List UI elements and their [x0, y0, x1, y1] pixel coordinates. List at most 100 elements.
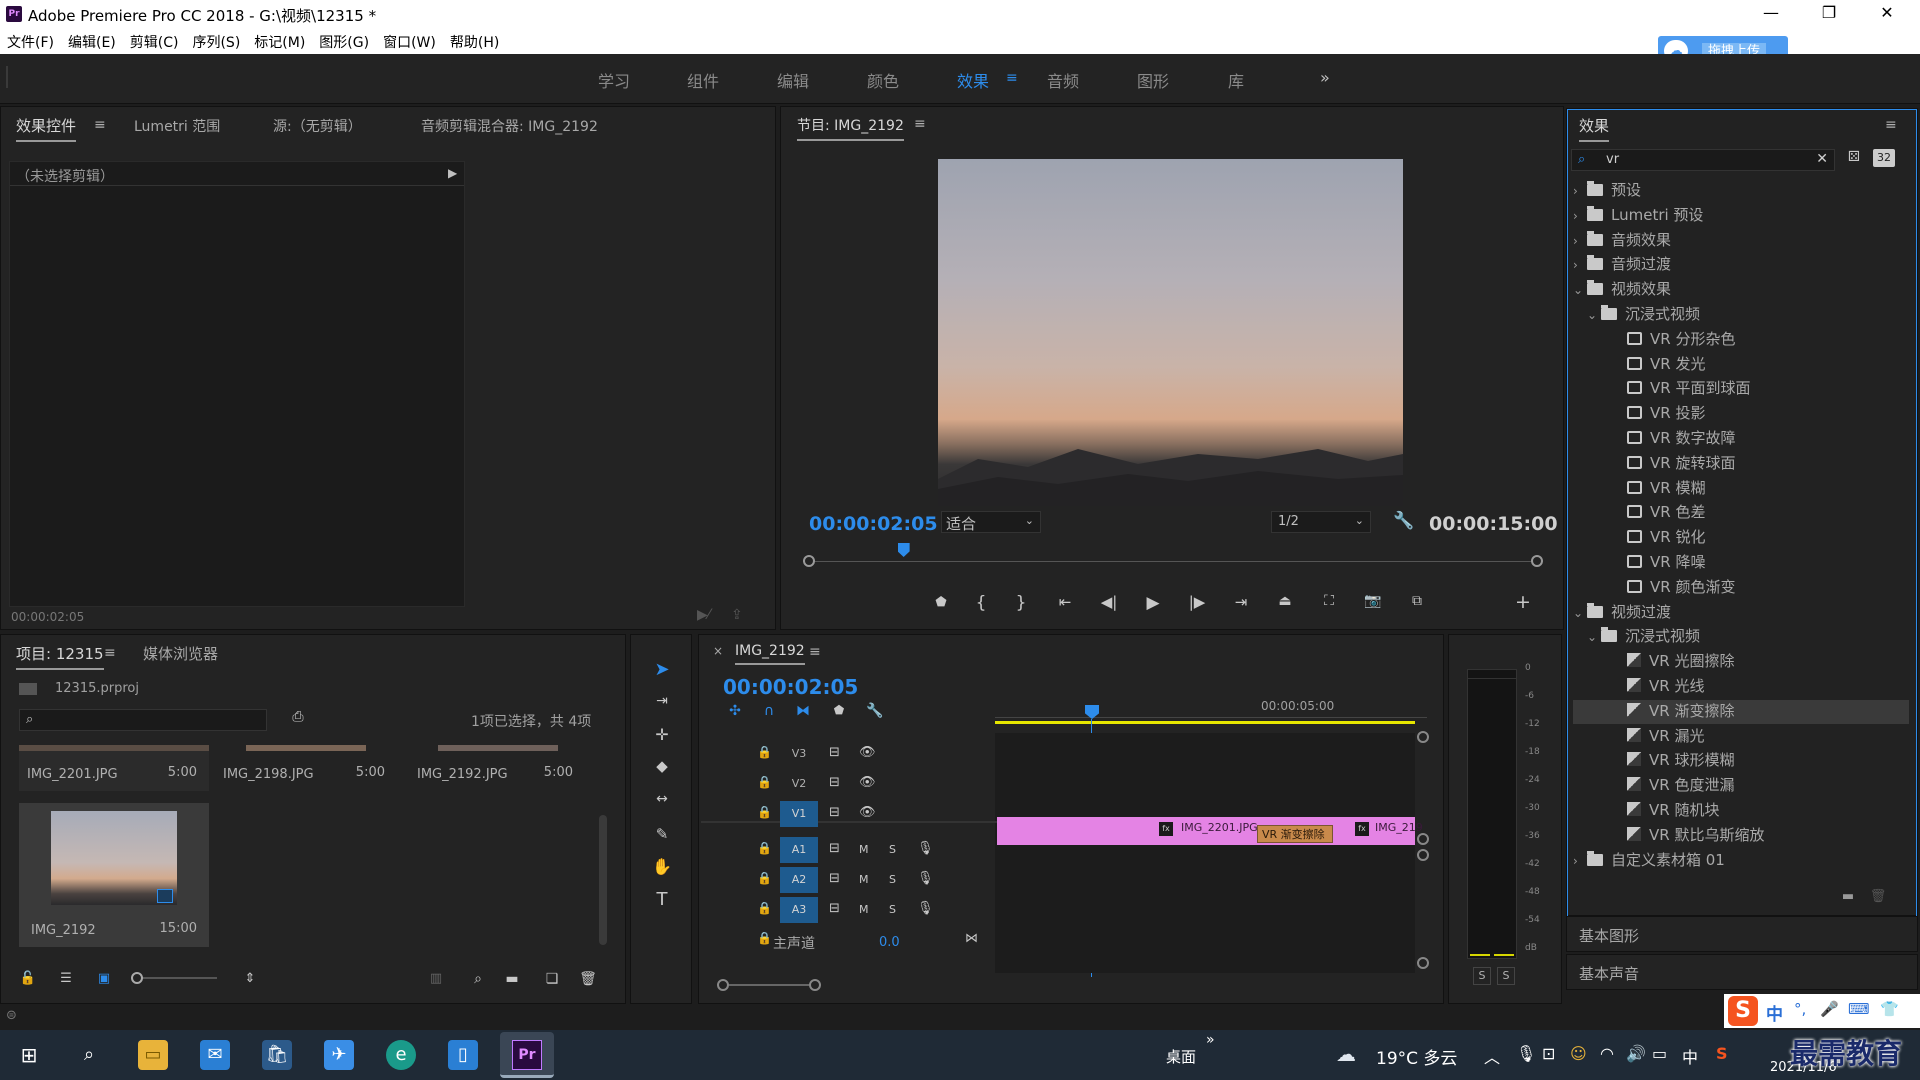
sync-lock-icon[interactable]: ⊟ — [829, 841, 840, 856]
lock-icon[interactable]: 🔒 — [757, 775, 772, 789]
workspace-effects[interactable]: 效果 — [957, 68, 989, 92]
menu-sequence[interactable]: 序列(S) — [185, 28, 247, 52]
effects-tree-item[interactable]: › Lumetri 预设 — [1573, 204, 1909, 228]
step-forward-icon[interactable]: |▶ — [1185, 593, 1209, 611]
desktop-label[interactable]: 桌面 — [1166, 1046, 1196, 1067]
effects-tree-item[interactable]: VR 平面到球面 — [1573, 377, 1909, 401]
effects-tree-item[interactable]: VR 球形模糊 — [1573, 749, 1909, 773]
tray-mic-icon[interactable]: 🎙 — [1516, 1044, 1536, 1063]
pen-tool-icon[interactable]: ✎ — [651, 825, 673, 843]
effects-tree-item[interactable]: VR 渐变擦除 — [1573, 699, 1909, 724]
resolution-dropdown[interactable]: 1/2 ⌄ — [1271, 511, 1371, 533]
menu-graphics[interactable]: 图形(G) — [312, 28, 376, 52]
tab-media-browser[interactable]: 媒体浏览器 — [143, 643, 218, 664]
lift-icon[interactable]: ⏏ — [1273, 593, 1297, 609]
tray-user-icon[interactable]: ☺ — [1570, 1044, 1587, 1063]
tray-app-icon[interactable]: ⊡ — [1542, 1044, 1555, 1063]
menu-help[interactable]: 帮助(H) — [443, 28, 506, 52]
tab-lumetri-scopes[interactable]: Lumetri 范围 — [134, 116, 220, 136]
workspace-learn[interactable]: 学习 — [598, 68, 630, 92]
lock-icon[interactable]: 🔒 — [757, 841, 772, 855]
timeline-timecode[interactable]: 00:00:02:05 — [723, 675, 858, 699]
workspace-menu-icon[interactable]: ≡ — [1006, 70, 1018, 86]
go-to-edit-icon[interactable]: ⋈ — [965, 931, 978, 946]
go-to-in-icon[interactable]: ⇤ — [1053, 593, 1077, 611]
eye-icon[interactable]: 👁 — [859, 745, 876, 760]
effects-tree-item[interactable]: VR 漏光 — [1573, 725, 1909, 749]
step-back-icon[interactable]: ◀| — [1097, 593, 1121, 611]
effects-tree-item[interactable]: VR 色差 — [1573, 501, 1909, 525]
chevron-right-icon[interactable]: › — [1573, 258, 1587, 272]
store-icon[interactable]: 🛍 — [262, 1040, 292, 1070]
lock-icon[interactable]: 🔒 — [757, 745, 772, 759]
lock-icon[interactable]: 🔒 — [757, 871, 772, 885]
effects-tree-item[interactable]: ⌄ 视频过渡 — [1573, 601, 1909, 625]
solo-button[interactable]: S — [889, 843, 896, 856]
weather-text[interactable]: 19°C 多云 — [1376, 1044, 1457, 1069]
project-item[interactable]: IMG_2198.JPG 5:00 — [211, 745, 401, 791]
razor-tool-icon[interactable]: ◆ — [651, 757, 673, 775]
list-view-icon[interactable]: ☰ — [55, 971, 77, 986]
effects-tree-item[interactable]: › 预设 — [1573, 179, 1909, 203]
more-workspaces-icon[interactable]: » — [1320, 68, 1330, 87]
nest-icon[interactable]: ✣ — [725, 703, 745, 719]
mail-icon[interactable]: ✉ — [200, 1040, 230, 1070]
premiere-taskbar-item[interactable]: Pr — [500, 1032, 554, 1078]
ime-keyboard-icon[interactable]: ⌨ — [1848, 1000, 1870, 1018]
new-bin-icon[interactable]: ▬ — [1837, 889, 1859, 904]
track-label-a3[interactable]: A3 — [780, 897, 818, 923]
in-handle[interactable] — [803, 555, 815, 567]
tab-source[interactable]: 源:（无剪辑） — [273, 116, 362, 136]
selection-tool-icon[interactable]: ➤ — [651, 659, 673, 680]
effects-tree-item[interactable]: ⌄ 视频效果 — [1573, 278, 1909, 302]
ime-voice-icon[interactable]: 🎤 — [1820, 1000, 1839, 1018]
effects-tree-item[interactable]: ⌄ 沉浸式视频 — [1573, 303, 1909, 327]
vertical-zoom-handle[interactable] — [1417, 957, 1429, 969]
ime-punct[interactable]: °, — [1794, 1000, 1806, 1018]
volume-icon[interactable]: 🔊 — [1626, 1044, 1646, 1063]
sort-icon[interactable]: ⇕ — [241, 971, 259, 986]
menu-window[interactable]: 窗口(W) — [376, 28, 443, 52]
track-label-v1[interactable]: V1 — [780, 801, 818, 827]
track-area[interactable] — [995, 733, 1415, 973]
menu-edit[interactable]: 编辑(E) — [61, 28, 123, 52]
menu-marker[interactable]: 标记(M) — [247, 28, 312, 52]
track-label-v2[interactable]: V2 — [780, 771, 818, 797]
timeline-horizontal-scroll[interactable] — [717, 979, 1417, 991]
clip-v1[interactable]: fx IMG_2201.JPG VR 渐变擦除 fx IMG_219 — [997, 817, 1423, 845]
chevron-right-icon[interactable]: › — [1573, 854, 1587, 868]
effects-tree-item[interactable]: VR 色度泄漏 — [1573, 774, 1909, 798]
eye-icon[interactable]: 👁 — [859, 775, 876, 790]
essential-sound-title[interactable]: 基本声音 — [1579, 963, 1639, 984]
out-handle[interactable] — [1531, 555, 1543, 567]
timeline-menu-icon[interactable]: ≡ — [809, 644, 821, 660]
project-menu-icon[interactable]: ≡ — [104, 645, 116, 661]
playhead-marker[interactable] — [897, 543, 910, 557]
zoom-slider[interactable] — [131, 972, 217, 984]
input-method-indicator[interactable]: 中 — [1682, 1044, 1698, 1068]
type-tool-icon[interactable]: T — [651, 889, 673, 910]
project-scrollbar[interactable] — [599, 815, 607, 945]
menu-clip[interactable]: 剪辑(C) — [123, 28, 186, 52]
chevron-down-icon[interactable]: ⌄ — [1573, 606, 1587, 620]
find-icon[interactable]: ⌕ — [467, 971, 489, 987]
program-menu-icon[interactable]: ≡ — [914, 116, 926, 132]
effects-tree-item[interactable]: VR 锐化 — [1573, 526, 1909, 550]
accelerated-effects-icon[interactable]: ⚄ — [1843, 149, 1865, 165]
program-current-time[interactable]: 00:00:02:05 — [809, 513, 938, 535]
sync-lock-icon[interactable]: ⊟ — [829, 805, 840, 820]
phone-icon[interactable]: ▯ — [448, 1040, 478, 1070]
chevron-icon[interactable]: » — [1206, 1032, 1215, 1048]
work-area-bar[interactable] — [995, 721, 1415, 724]
essential-graphics-panel[interactable]: 基本图形 — [1566, 916, 1918, 952]
sogou-tray-icon[interactable]: S — [1716, 1044, 1728, 1063]
wifi-icon[interactable]: ◠ — [1600, 1044, 1614, 1063]
sequence-tab[interactable]: IMG_2192 — [735, 643, 805, 665]
sync-lock-icon[interactable]: ⊟ — [829, 745, 840, 760]
new-item-icon[interactable]: ❏ — [541, 971, 563, 987]
vertical-zoom-handle[interactable] — [1417, 849, 1429, 861]
minimize-button[interactable]: — — [1748, 3, 1794, 22]
vertical-zoom-handle[interactable] — [1417, 833, 1429, 845]
tab-effect-controls[interactable]: 效果控件 — [16, 115, 77, 142]
lock-icon[interactable]: 🔒 — [757, 931, 772, 945]
